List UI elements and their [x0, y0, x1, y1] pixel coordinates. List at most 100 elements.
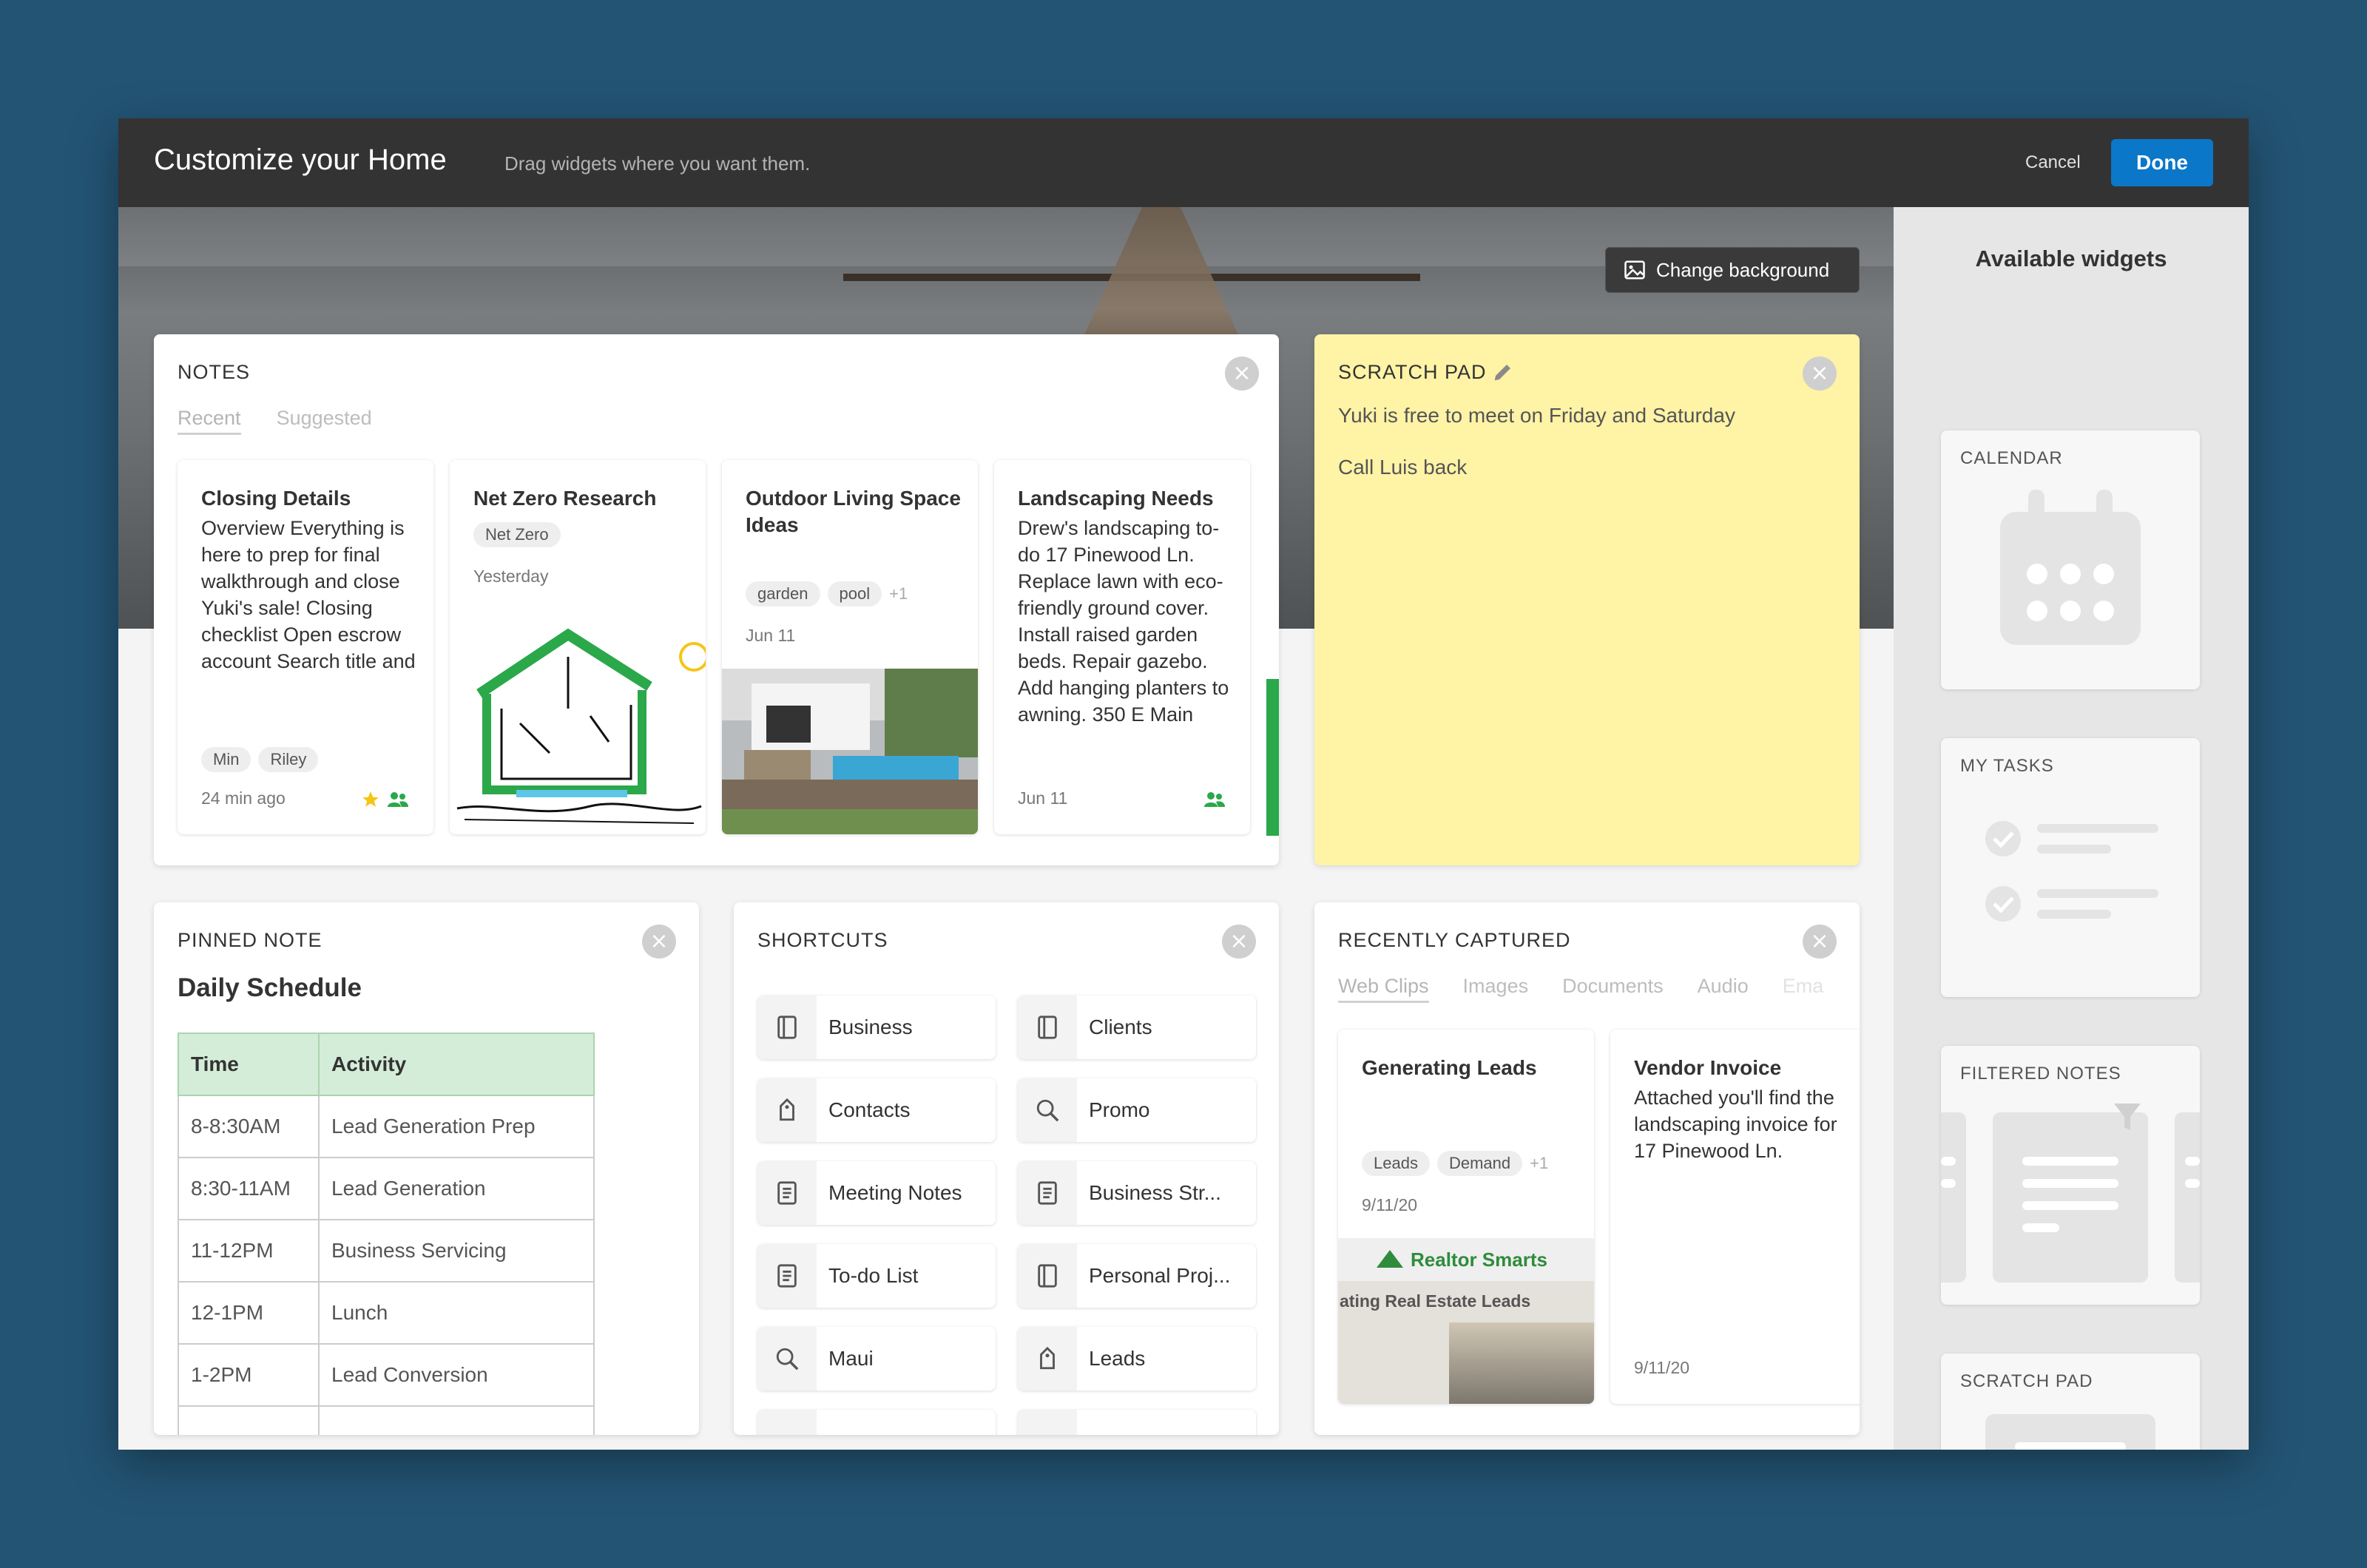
available-widget-calendar[interactable]: CALENDAR: [1941, 430, 2200, 689]
shortcut-label: Business Str...: [1089, 1181, 1221, 1204]
shortcut-promo[interactable]: Promo: [1018, 1078, 1256, 1142]
star-icon: [362, 791, 379, 807]
tab-recent[interactable]: Recent: [178, 407, 241, 435]
table-cell: Lead Generation: [318, 1157, 595, 1220]
note-tags: Min Riley: [201, 747, 325, 772]
note-card-closing-details[interactable]: Closing Details Overview Everything is h…: [178, 460, 433, 834]
note-title: Landscaping Needs: [1018, 487, 1214, 510]
available-widget-scratch-pad[interactable]: SCRATCH PAD: [1941, 1354, 2200, 1450]
tab-audio[interactable]: Audio: [1698, 975, 1749, 1003]
tab-images[interactable]: Images: [1463, 975, 1529, 1003]
more-tags[interactable]: +1: [1530, 1154, 1548, 1172]
header-bar: Customize your Home Drag widgets where y…: [118, 118, 2249, 207]
shortcut-todo-list[interactable]: To-do List: [757, 1244, 996, 1308]
tag[interactable]: Min: [201, 747, 251, 772]
table-row: [178, 1405, 595, 1435]
tag[interactable]: Riley: [258, 747, 319, 772]
shortcut-label: Promo: [1089, 1098, 1150, 1121]
shortcut-label: To-do List: [828, 1264, 919, 1287]
capture-tabs: Web Clips Images Documents Audio Ema: [1338, 975, 1823, 1003]
scratch-pad-widget[interactable]: SCRATCH PAD × Yuki is free to meet on Fr…: [1314, 334, 1860, 865]
tag[interactable]: Leads: [1362, 1151, 1430, 1176]
shortcuts-widget[interactable]: SHORTCUTS × Business Clients Contacts Pr…: [734, 902, 1279, 1435]
shortcut-label: Clients: [1089, 1016, 1152, 1038]
pinned-note-close-button[interactable]: ×: [642, 925, 676, 959]
clip-brand: Realtor Smarts: [1411, 1248, 1547, 1271]
shortcut-label: Leads: [1089, 1347, 1146, 1370]
capture-card-vendor-invoice[interactable]: Vendor Invoice Attached you'll find the …: [1610, 1030, 1860, 1404]
change-background-label: Change background: [1656, 258, 1830, 281]
note-tags: Net Zero: [473, 522, 568, 547]
note-card-net-zero[interactable]: Net Zero Research Net Zero Yesterday: [450, 460, 706, 834]
pinned-note-widget[interactable]: PINNED NOTE × Daily Schedule Time Activi…: [154, 902, 699, 1435]
done-button[interactable]: Done: [2111, 139, 2213, 186]
notebook-icon: [1038, 1016, 1057, 1039]
tab-suggested[interactable]: Suggested: [277, 407, 372, 435]
tab-web-clips[interactable]: Web Clips: [1338, 975, 1429, 1003]
notes-close-button[interactable]: ×: [1225, 356, 1259, 391]
note-card-outdoor-living[interactable]: Outdoor Living Space Ideas garden pool +1 …: [722, 460, 978, 834]
table-cell: 1-2PM: [178, 1343, 320, 1407]
note-tags: garden pool +1: [746, 581, 908, 606]
available-widget-my-tasks[interactable]: MY TASKS: [1941, 738, 2200, 997]
shortcut-personal-projects[interactable]: Personal Proj...: [1018, 1244, 1256, 1308]
recently-captured-widget[interactable]: RECENTLY CAPTURED × Web Clips Images Doc…: [1314, 902, 1860, 1435]
shortcut-meeting-notes[interactable]: Meeting Notes: [757, 1161, 996, 1225]
pinned-note-title: PINNED NOTE: [178, 929, 323, 951]
notebook-icon: [1038, 1264, 1057, 1288]
note-title: Closing Details: [201, 487, 351, 510]
shortcut-partial[interactable]: [757, 1410, 996, 1435]
capture-card-generating-leads[interactable]: Generating Leads Leads Demand +1 9/11/20 R…: [1338, 1030, 1594, 1404]
available-widgets-title: Available widgets: [1975, 246, 2167, 271]
shortcut-business[interactable]: Business: [757, 996, 996, 1059]
capture-tags: Leads Demand +1: [1362, 1151, 1548, 1176]
table-cell: 12-1PM: [178, 1281, 320, 1345]
tag[interactable]: Demand: [1436, 1151, 1523, 1176]
shortcut-contacts[interactable]: Contacts: [757, 1078, 996, 1142]
note-date: Jun 11: [1018, 788, 1068, 808]
shortcuts-close-button[interactable]: ×: [1222, 925, 1256, 959]
cancel-button[interactable]: Cancel: [2025, 152, 2081, 173]
scratch-line[interactable]: Call Luis back: [1338, 456, 1467, 479]
scratch-pad-close-button[interactable]: ×: [1803, 356, 1837, 391]
notes-widget-title: NOTES: [178, 361, 251, 383]
tag[interactable]: Net Zero: [473, 522, 561, 547]
capture-snippet: Attached you'll find the landscaping inv…: [1634, 1087, 1837, 1162]
shortcut-partial[interactable]: [1018, 1410, 1256, 1435]
tag[interactable]: pool: [827, 581, 882, 606]
shortcut-maui[interactable]: Maui: [757, 1327, 996, 1390]
table-cell: [318, 1405, 595, 1435]
scratch-pad-icon: [1985, 1414, 2155, 1450]
search-icon: [776, 1348, 799, 1371]
note-card-landscaping[interactable]: Landscaping Needs Drew's landscaping to-…: [994, 460, 1250, 834]
tab-documents[interactable]: Documents: [1562, 975, 1664, 1003]
note-date: 24 min ago: [201, 788, 286, 808]
change-background-button[interactable]: Change background: [1605, 247, 1860, 293]
note-date: Yesterday: [473, 567, 549, 586]
available-widgets-panel: Available widgets CALENDAR MY TASKS FILT…: [1894, 207, 2249, 1450]
note-snippet: Overview Everything is here to prep for …: [201, 517, 416, 672]
table-cell: Lead Conversion: [318, 1343, 595, 1407]
scratch-line[interactable]: Yuki is free to meet on Friday and Satur…: [1338, 404, 1735, 428]
note-snippet: Drew's landscaping to-do 17 Pinewood Ln.…: [1018, 517, 1229, 726]
notes-widget[interactable]: NOTES × Recent Suggested Closing Details…: [154, 334, 1279, 865]
shortcut-label: Contacts: [828, 1098, 911, 1121]
tag[interactable]: garden: [746, 581, 820, 606]
capture-title: Vendor Invoice: [1634, 1056, 1782, 1079]
note-icon: [1038, 1181, 1057, 1205]
tab-email[interactable]: Ema: [1783, 975, 1824, 1003]
more-tags[interactable]: +1: [889, 584, 908, 603]
notebook-icon: [777, 1016, 797, 1039]
recently-captured-close-button[interactable]: ×: [1803, 925, 1837, 959]
shortcut-clients[interactable]: Clients: [1018, 996, 1256, 1059]
shortcut-leads[interactable]: Leads: [1018, 1327, 1256, 1390]
calendar-icon: [2000, 490, 2141, 645]
available-widget-filtered-notes[interactable]: FILTERED NOTES: [1941, 1046, 2200, 1305]
house-sketch-image: [450, 612, 706, 834]
shortcuts-title: SHORTCUTS: [757, 929, 888, 951]
filtered-notes-icon: [1941, 1104, 2200, 1283]
notes-tabs: Recent Suggested: [178, 407, 372, 435]
pencil-icon[interactable]: [1492, 361, 1514, 383]
shortcut-business-strategy[interactable]: Business Str...: [1018, 1161, 1256, 1225]
shared-icon: [388, 792, 408, 807]
